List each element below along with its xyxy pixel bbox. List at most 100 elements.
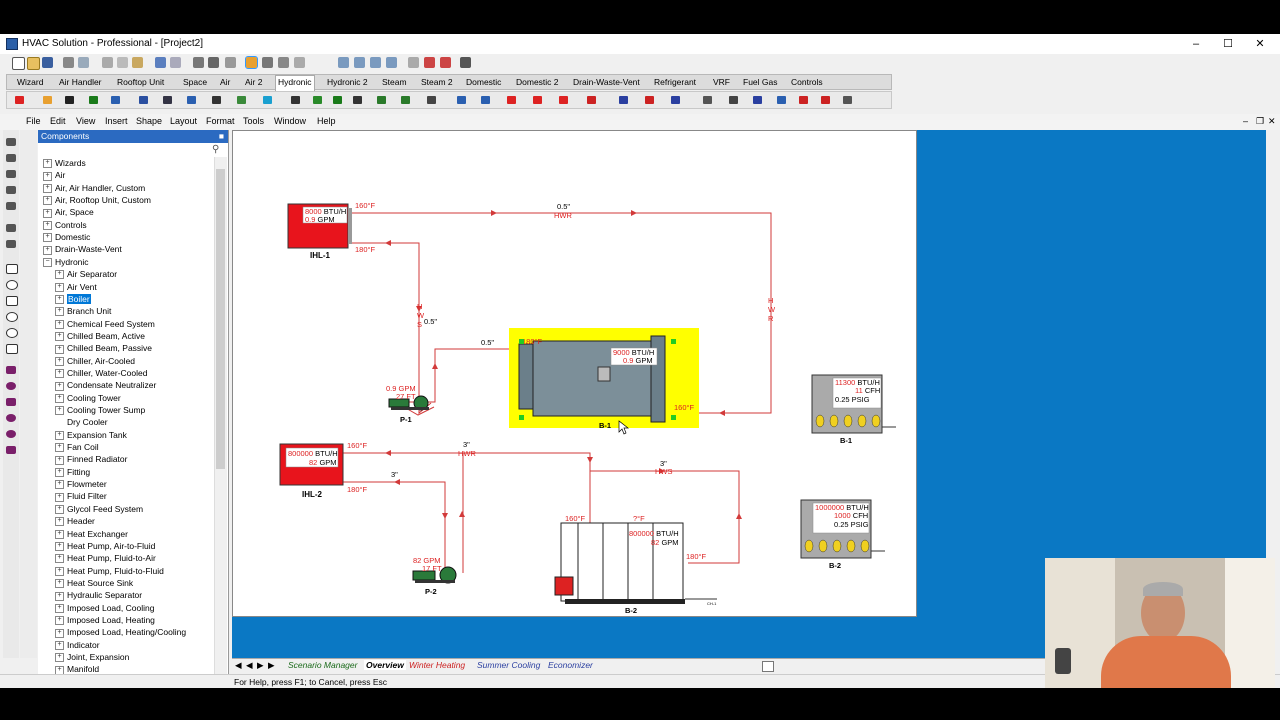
tree-item[interactable]: + Cooling Tower Sump — [55, 404, 145, 416]
menu-insert[interactable]: Insert — [105, 116, 128, 126]
connection-point-icon[interactable] — [278, 57, 289, 68]
align-icon[interactable] — [424, 57, 435, 68]
tools-icon[interactable] — [225, 57, 236, 68]
tree-item[interactable]: + Heat Pump, Fluid-to-Fluid — [55, 565, 164, 577]
heat-pump-shape-icon[interactable] — [507, 96, 516, 104]
chiller-shape-icon[interactable] — [187, 96, 196, 104]
pan-hand-icon[interactable] — [294, 57, 305, 68]
tab-air[interactable]: Air — [218, 76, 232, 89]
menu-shape[interactable]: Shape — [136, 116, 162, 126]
text-tool-icon[interactable] — [6, 224, 16, 232]
mdi-restore-button[interactable]: ❐ — [1256, 116, 1264, 127]
cut-icon[interactable] — [102, 57, 113, 68]
valve-shape-icon[interactable] — [43, 96, 52, 104]
hydraulic-separator-shape-icon[interactable] — [821, 96, 830, 104]
pump-p1[interactable]: 0.9 GPM 27 FT P-1 — [386, 384, 429, 424]
expand-icon[interactable]: + — [55, 319, 64, 329]
menu-edit[interactable]: Edit — [50, 116, 66, 126]
gauge-shape-icon[interactable] — [427, 96, 436, 104]
tree-item[interactable]: − Hydronic — [43, 256, 89, 268]
dry-cooler-shape-icon[interactable] — [777, 96, 786, 104]
tab-drain-waste-vent[interactable]: Drain-Waste-Vent — [571, 76, 642, 89]
heat-exchanger-shape-icon[interactable] — [111, 96, 120, 104]
close-button[interactable]: ✕ — [1244, 34, 1276, 54]
circle-tool-icon[interactable] — [6, 280, 18, 290]
tree-item[interactable]: + Cooling Tower — [55, 392, 121, 404]
tree-item[interactable]: + Fluid Filter — [55, 490, 107, 502]
tower-shape-icon[interactable] — [263, 96, 272, 104]
connector-icon[interactable] — [262, 57, 273, 68]
zoom-in-icon[interactable] — [338, 57, 349, 68]
tree-item[interactable]: + Chiller, Water-Cooled — [55, 367, 147, 379]
image-tool-icon[interactable] — [6, 240, 16, 248]
pointer-icon[interactable] — [245, 56, 258, 69]
tree-item[interactable]: + Indicator — [55, 639, 100, 651]
tree-item[interactable]: + Air, Space — [43, 206, 94, 218]
ellipse-tool-icon[interactable] — [6, 312, 18, 322]
more-shapes-icon[interactable] — [843, 96, 852, 104]
rectangle-tool-icon[interactable] — [6, 264, 18, 274]
expand-icon[interactable]: + — [55, 332, 64, 342]
expand-icon[interactable]: + — [55, 270, 64, 280]
tree-item[interactable]: + Domestic — [43, 231, 90, 243]
freehand-tool-icon[interactable] — [6, 202, 16, 210]
sheet-tab-summer-cooling[interactable]: Summer Cooling — [477, 660, 540, 670]
tree-item[interactable]: + Glycol Feed System — [55, 503, 143, 515]
tree-item[interactable]: + Hydraulic Separator — [55, 589, 142, 601]
minimize-button[interactable]: – — [1180, 34, 1212, 54]
menu-view[interactable]: View — [76, 116, 95, 126]
search-icon[interactable]: ⚲ — [212, 144, 224, 156]
tree-item[interactable]: + Header — [55, 515, 95, 527]
condensate-shape-icon[interactable] — [753, 96, 762, 104]
expand-icon[interactable]: + — [43, 208, 52, 218]
last-sheet-button[interactable]: ▶ — [268, 660, 275, 671]
strainer-shape-icon[interactable] — [401, 96, 410, 104]
expand-icon[interactable]: + — [55, 566, 64, 576]
pump-p2[interactable]: 82 GPM 17 FT P-2 — [412, 556, 457, 596]
tree-item[interactable]: + Fan Coil — [55, 441, 99, 453]
flowmeter-shape-icon[interactable] — [703, 96, 712, 104]
tree-item[interactable]: + Chiller, Air-Cooled — [55, 355, 135, 367]
separator-shape-icon[interactable] — [237, 96, 246, 104]
tree-item[interactable]: + Heat Exchanger — [55, 528, 128, 540]
paste-icon[interactable] — [132, 57, 143, 68]
expand-icon[interactable]: + — [43, 221, 52, 230]
pump-shape-icon[interactable] — [65, 96, 74, 104]
expand-icon[interactable]: + — [55, 443, 64, 453]
zoom-page-icon[interactable] — [386, 57, 397, 68]
tree-item[interactable]: + Wizards — [43, 157, 86, 169]
tab-hydronic[interactable]: Hydronic — [275, 75, 315, 91]
polyline-tool-icon[interactable] — [6, 186, 16, 194]
tree-item[interactable]: + Fitting — [55, 466, 90, 478]
tree-item[interactable]: + Joint, Expansion — [55, 651, 129, 663]
tree-item[interactable]: + Chilled Beam, Active — [55, 330, 145, 342]
expand-icon[interactable]: + — [55, 653, 64, 663]
tree-item[interactable]: + Air, Air Handler, Custom — [43, 182, 145, 194]
sheet-tab-scenario-manager[interactable]: Scenario Manager — [288, 660, 357, 670]
horizontal-scroll-handle[interactable] — [762, 661, 774, 672]
expand-icon[interactable]: + — [55, 344, 64, 354]
expand-icon[interactable]: + — [55, 307, 64, 317]
boiler-shape-icon[interactable] — [15, 96, 24, 104]
burner-b1[interactable]: 11300 BTU/H 11 CFH 0.25 PSIG B-1 — [811, 374, 896, 445]
sheet-tab-overview[interactable]: Overview — [364, 660, 406, 670]
tree-item[interactable]: + Branch Unit — [55, 305, 111, 317]
expand-icon[interactable]: + — [55, 406, 64, 416]
tab-fuel-gas[interactable]: Fuel Gas — [741, 76, 780, 89]
expand-icon[interactable]: + — [55, 603, 64, 613]
calculator-icon[interactable] — [208, 57, 219, 68]
drawing-canvas[interactable]: 8000 BTU/H 0.9 GPM IHL-1 160°F 180°F 0.5… — [232, 130, 917, 617]
tab-space[interactable]: Space — [181, 76, 209, 89]
expand-icon[interactable]: + — [55, 381, 64, 391]
print-preview-icon[interactable] — [78, 57, 89, 68]
air-vent-shape-icon[interactable] — [645, 96, 654, 104]
line-tool-icon[interactable] — [6, 138, 16, 146]
tree-item[interactable]: + Air Vent — [55, 281, 97, 293]
redo-icon[interactable] — [170, 57, 181, 68]
tree-item[interactable]: + Boiler — [55, 293, 91, 305]
fitting-shape-icon[interactable] — [89, 96, 98, 104]
sheet-tab-winter-heating[interactable]: Winter Heating — [409, 660, 465, 670]
expand-icon[interactable]: + — [55, 628, 64, 638]
mdi-close-button[interactable]: ✕ — [1268, 116, 1276, 127]
tab-steam-2[interactable]: Steam 2 — [419, 76, 455, 89]
